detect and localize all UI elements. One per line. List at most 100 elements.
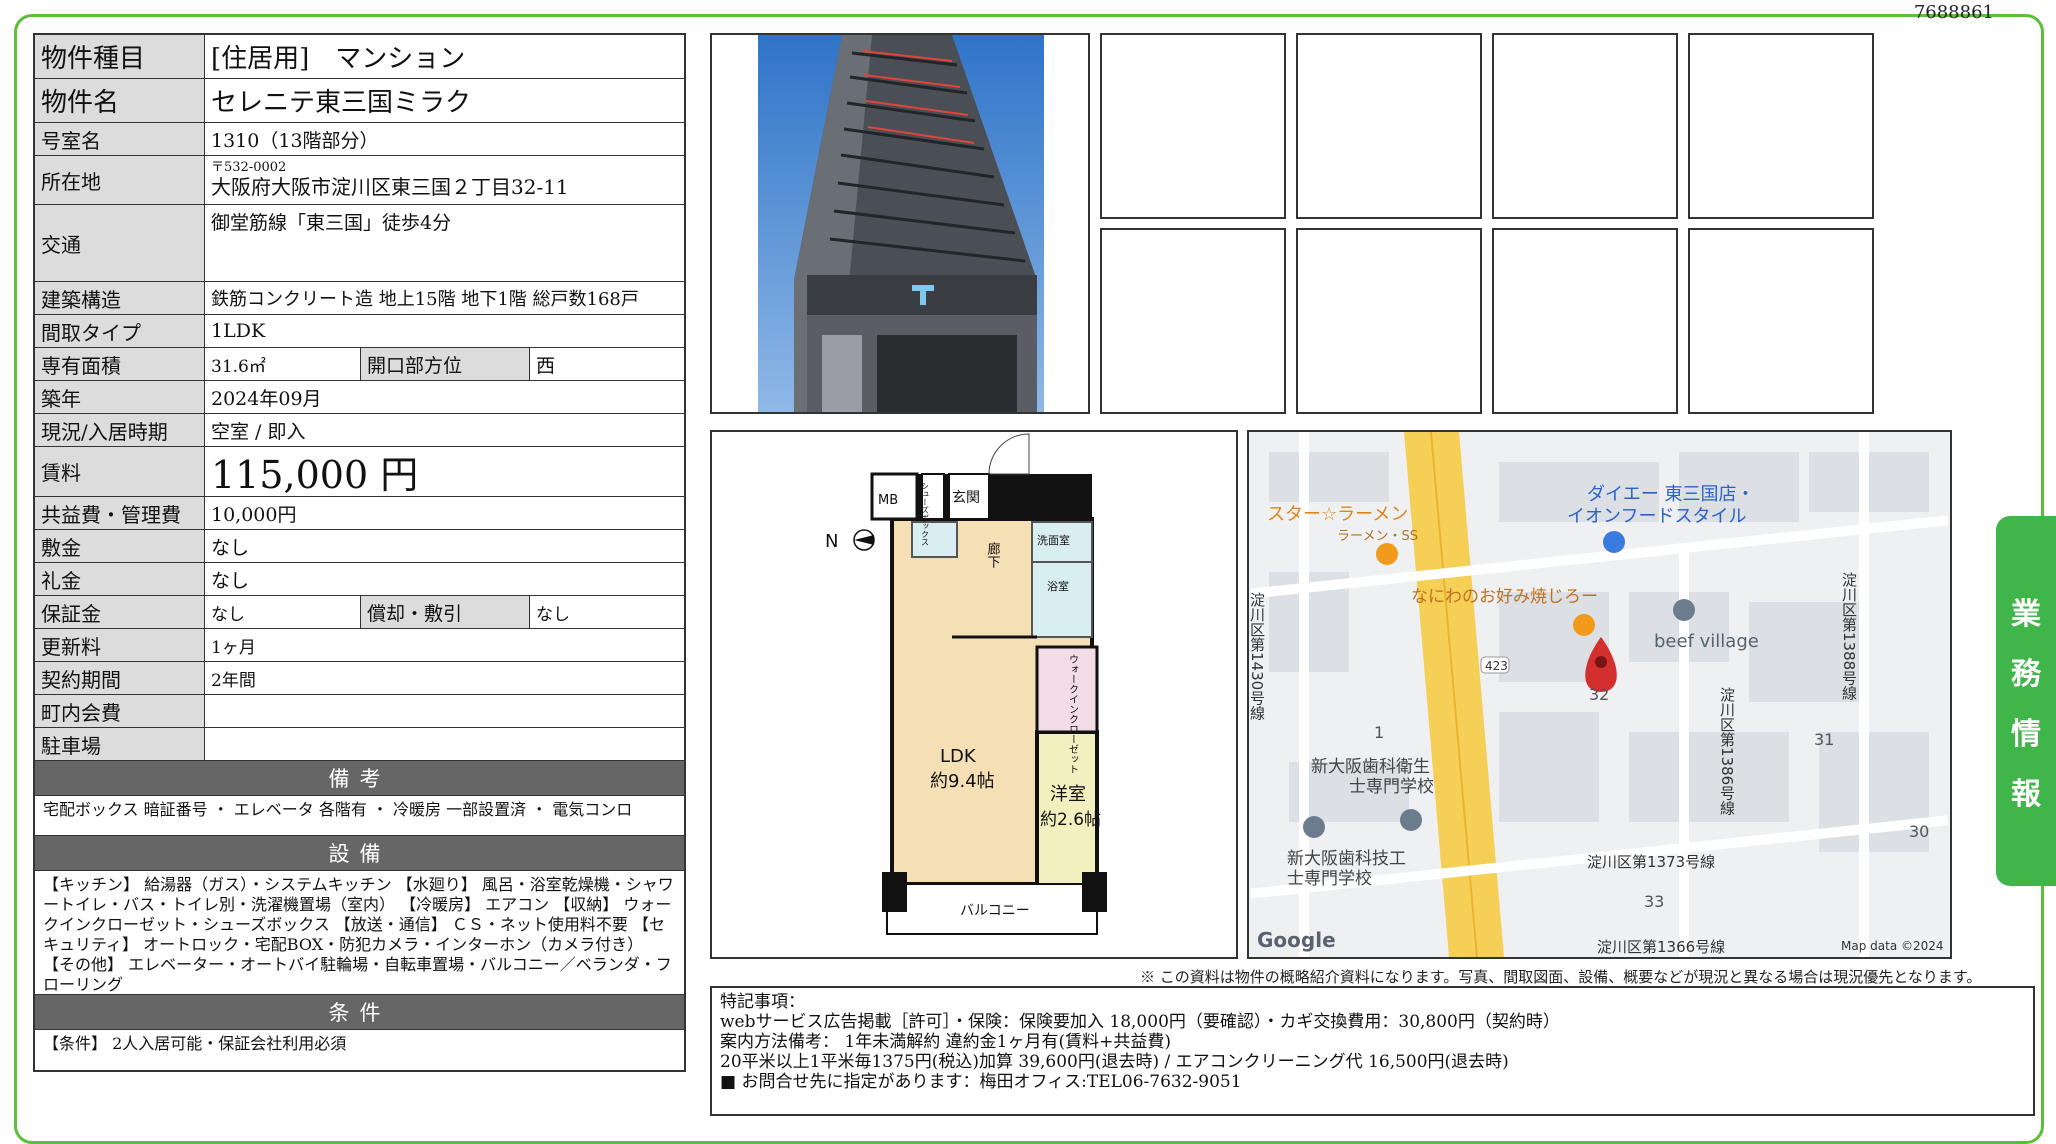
value-rent: 115,000 円 [211,453,419,497]
value-key-money: なし [211,569,250,592]
map-label-dental-hygiene: 新大阪歯科衛生 [1311,757,1430,777]
building-photo [758,35,1044,412]
map-block-32: 32 [1589,685,1609,704]
label-amortization: 償却・敷引 [360,596,530,628]
label-association: 町内会費 [35,695,205,727]
row-guarantee: 保証金 なし 償却・敷引 なし [35,596,684,629]
map-label-daiei: ダイエー 東三国店・ [1587,484,1755,505]
address-text: 大阪府大阪市淀川区東三国２丁目32-11 [211,175,569,199]
bath-label: 浴室 [1047,579,1069,593]
map-label-road-1373: 淀川区第1373号線 [1587,853,1715,871]
row-association: 町内会費 [35,695,684,728]
map-block-31: 31 [1814,730,1834,749]
photo-slot-4 [1688,33,1874,219]
value-fee: 10,000円 [211,503,297,526]
map-label-road-1366: 淀川区第1366号線 [1597,938,1725,956]
value-room: 1310（13階部分） [211,129,379,152]
ldk-label: LDK [940,746,977,767]
row-type: 物件種目 [住居用] マンション [35,35,684,79]
map-label-okonomiyaki: なにわのお好み焼じろー [1411,587,1598,607]
floor-plan: N MB シューズボックス 玄関 廊下 洗面室 浴室 ウォークインクローゼット … [710,430,1238,959]
value-transport: 御堂筋線「東三国」徒歩4分 [211,212,452,234]
map-label-star-ramen: スター☆ラーメン [1267,504,1408,525]
row-deposit: 敷金 なし [35,530,684,563]
map-label-dental-tech: 新大阪歯科技工 [1287,849,1406,869]
postal-code: 〒532-0002 [211,160,287,175]
remarks-header: 備考 [35,761,684,796]
disclaimer-note: ※ この資料は物件の概略紹介資料になります。写真、間取図面、設備、概要などが現況… [1140,968,1982,986]
balcony-label: バルコニー [960,903,1030,919]
value-type: [住居用] マンション [211,44,466,74]
value-association [205,695,684,727]
value-name: セレニテ東三国ミラク [211,88,472,118]
special-notes-line-4: ■ お問合せ先に指定があります：梅田オフィス:TEL06-7632-9051 [720,1072,1242,1092]
row-contract: 契約期間 2年間 [35,662,684,695]
value-renewal: 1ヶ月 [211,637,256,658]
washroom-label: 洗面室 [1037,533,1070,547]
row-transport: 交通 御堂筋線「東三国」徒歩4分 [35,205,684,282]
photo-slot-6 [1296,228,1482,414]
map-label-ramen-ss: ラーメン・SS [1337,529,1418,544]
side-tab-char-2: 務 [2011,657,2041,692]
row-key-money: 礼金 なし [35,563,684,596]
entrance-label: 玄関 [952,489,980,506]
map-block-33: 33 [1644,892,1664,911]
row-fee: 共益費・管理費 10,000円 [35,497,684,530]
property-table: 物件種目 [住居用] マンション 物件名 セレニテ東三国ミラク 号室名 1310… [33,33,686,1072]
mb-label: MB [878,493,898,508]
side-tab-char-3: 情 [2011,717,2041,752]
map-label-road-1388: 淀川区第1388号線 [1840,572,1858,700]
value-guarantee: なし [211,604,245,625]
value-status: 空室 / 即入 [211,420,306,443]
document-id: 7688861 [1913,2,1994,23]
wic-label: ウォークインクローゼット [1067,654,1079,774]
value-area: 31.6㎡ [211,356,266,377]
label-deposit: 敷金 [35,530,205,562]
route-423-label: 423 [1485,659,1508,673]
north-arrow-label: N [825,531,838,552]
row-layout: 間取タイプ 1LDK [35,315,684,348]
label-direction: 開口部方位 [360,348,530,380]
label-status: 現況/入居時期 [35,414,205,446]
value-contract: 2年間 [211,670,256,691]
special-notes-title: 特記事項： [720,992,805,1012]
value-built: 2024年09月 [211,387,322,410]
label-name: 物件名 [35,79,205,122]
row-area: 専有面積 31.6㎡ 開口部方位 西 [35,348,684,381]
conditions-header: 条件 [35,995,684,1030]
row-status: 現況/入居時期 空室 / 即入 [35,414,684,447]
label-guarantee: 保証金 [35,596,205,628]
map-attribution: Map data ©2024 [1841,939,1944,953]
value-layout: 1LDK [211,320,266,342]
value-direction: 西 [536,354,556,377]
photo-slot-5 [1100,228,1286,414]
label-transport: 交通 [35,205,205,281]
map-label-road-1430: 淀川区第1430号線 [1249,592,1266,720]
shoebox-label: シューズボックス [921,482,930,546]
photo-slot-1 [1100,33,1286,219]
photo-slot-8 [1688,228,1874,414]
value-amortization: なし [536,604,570,625]
map-label-beef-village: beef village [1654,631,1759,652]
map-block-30: 30 [1909,822,1929,841]
row-parking: 駐車場 [35,728,684,761]
facilities-text: 【キッチン】 給湯器（ガス）・システムキッチン 【水廻り】 風呂・浴室乾燥機・シ… [35,871,684,995]
row-structure: 建築構造 鉄筋コンクリート造 地上15階 地下1階 総戸数168戸 [35,282,684,315]
hallway-label: 廊下 [985,541,1001,568]
facilities-header: 設備 [35,836,684,871]
special-notes-line-3: 20平米以上1平米毎1375円(税込)加算 39,600円(退去時) / エアコ… [720,1052,1509,1072]
value-structure: 鉄筋コンクリート造 地上15階 地下1階 総戸数168戸 [211,289,639,310]
label-fee: 共益費・管理費 [35,497,205,529]
map-block-1: 1 [1374,723,1384,742]
business-info-tab[interactable]: 業 務 情 報 [1996,516,2056,886]
map-label-aeon: イオンフードスタイル [1567,506,1746,527]
special-notes-box: 特記事項： webサービス広告掲載［許可］・保険：保険要加入 18,000円（要… [710,986,2035,1116]
map-label-road-1386: 淀川区第1386号線 [1718,687,1736,815]
location-map: 423 スター☆ラーメン ラーメン・SS ダイエー 東三国店・ イオンフードスタ… [1247,430,1952,959]
label-structure: 建築構造 [35,282,205,314]
row-address: 所在地 〒532-0002 大阪府大阪市淀川区東三国２丁目32-11 [35,156,684,205]
special-notes-line-2: 案内方法備考： 1年未満解約 違約金1ヶ月有(賃料+共益費) [720,1032,1171,1052]
map-drawing: 423 スター☆ラーメン ラーメン・SS ダイエー 東三国店・ イオンフードスタ… [1249,432,1950,957]
label-room: 号室名 [35,123,205,155]
row-name: 物件名 セレニテ東三国ミラク [35,79,684,123]
